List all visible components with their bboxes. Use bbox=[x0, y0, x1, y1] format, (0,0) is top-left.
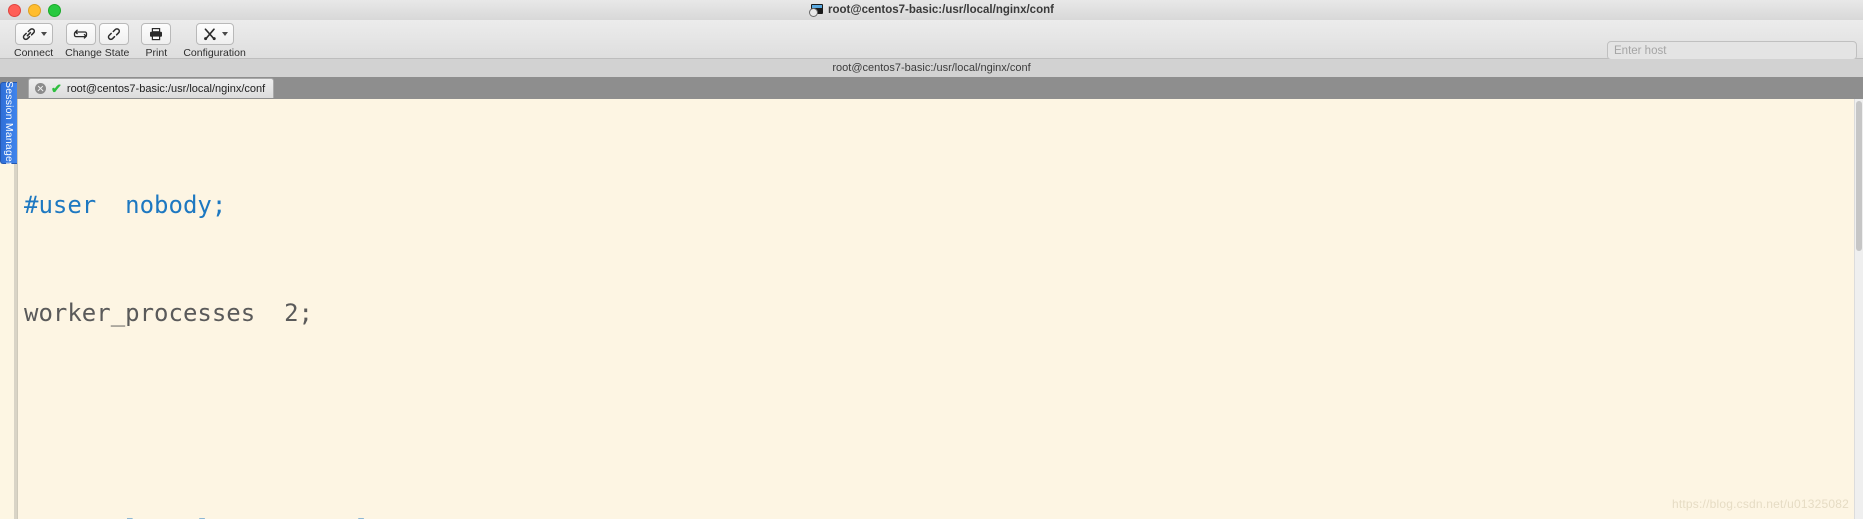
close-icon[interactable] bbox=[35, 83, 46, 94]
tab-session-1[interactable]: ✔ root@centos7-basic:/usr/local/nginx/co… bbox=[28, 78, 275, 98]
disconnect-button[interactable] bbox=[98, 23, 129, 45]
printer-icon bbox=[150, 28, 163, 41]
change-state-button-row bbox=[65, 23, 129, 45]
terminal-line: #user nobody; bbox=[24, 191, 227, 219]
toolbar-group-print: Print bbox=[135, 20, 177, 59]
session-path-text: root@centos7-basic:/usr/local/nginx/conf bbox=[832, 62, 1031, 74]
connect-button[interactable] bbox=[14, 23, 53, 45]
app-window: root@centos7-basic:/usr/local/nginx/conf bbox=[0, 0, 1863, 519]
window-title-container: root@centos7-basic:/usr/local/nginx/conf bbox=[0, 0, 1863, 20]
toolbar-group-change-state: Change State bbox=[59, 20, 135, 59]
terminal-scrollbar-thumb[interactable] bbox=[1856, 101, 1862, 251]
print-button[interactable] bbox=[141, 23, 172, 45]
window-title: root@centos7-basic:/usr/local/nginx/conf bbox=[828, 4, 1054, 16]
chevron-down-icon bbox=[40, 32, 47, 36]
terminal-view[interactable]: #user nobody; worker_processes 2; #error… bbox=[17, 99, 1856, 519]
title-bar: root@centos7-basic:/usr/local/nginx/conf bbox=[0, 0, 1863, 21]
print-label: Print bbox=[145, 47, 168, 59]
connect-label: Connect bbox=[14, 47, 54, 59]
chevron-down-icon bbox=[221, 32, 228, 36]
connect-button-row bbox=[14, 23, 53, 45]
toolbar-group-connect: Connect bbox=[8, 20, 59, 59]
session-manager-label: Session Manager bbox=[3, 80, 15, 166]
session-path-strip: root@centos7-basic:/usr/local/nginx/conf bbox=[0, 59, 1863, 78]
terminal-line: worker_processes 2; bbox=[24, 299, 313, 327]
disconnect-link-icon bbox=[107, 28, 120, 41]
tab-bar: ✔ root@centos7-basic:/usr/local/nginx/co… bbox=[0, 77, 1863, 99]
configuration-button[interactable] bbox=[195, 23, 234, 45]
toolbar: Connect Change State Print Configuration… bbox=[0, 20, 1863, 75]
link-icon bbox=[22, 28, 35, 41]
host-input[interactable] bbox=[1607, 41, 1857, 60]
change-state-label: Change State bbox=[65, 47, 130, 59]
configuration-label: Configuration bbox=[183, 47, 246, 59]
terminal-window-icon bbox=[809, 4, 824, 17]
watermark: https://blog.csdn.net/u01325082 bbox=[1671, 497, 1849, 511]
configuration-button-row bbox=[195, 23, 234, 45]
toolbar-items: Connect Change State Print Configuration bbox=[8, 20, 252, 59]
reconnect-button[interactable] bbox=[65, 23, 96, 45]
green-check-icon: ✔ bbox=[51, 81, 62, 96]
sidebar-item-session-manager[interactable]: Session Manager bbox=[0, 80, 17, 166]
refresh-icon bbox=[73, 29, 87, 39]
tools-icon bbox=[203, 28, 216, 41]
print-button-row bbox=[141, 23, 172, 45]
terminal-lines: #user nobody; worker_processes 2; #error… bbox=[18, 99, 1856, 519]
terminal-line: #error_log logs/error.log; bbox=[24, 511, 1856, 519]
tab-label: root@centos7-basic:/usr/local/nginx/conf bbox=[66, 82, 266, 95]
toolbar-group-configuration: Configuration bbox=[177, 20, 251, 59]
